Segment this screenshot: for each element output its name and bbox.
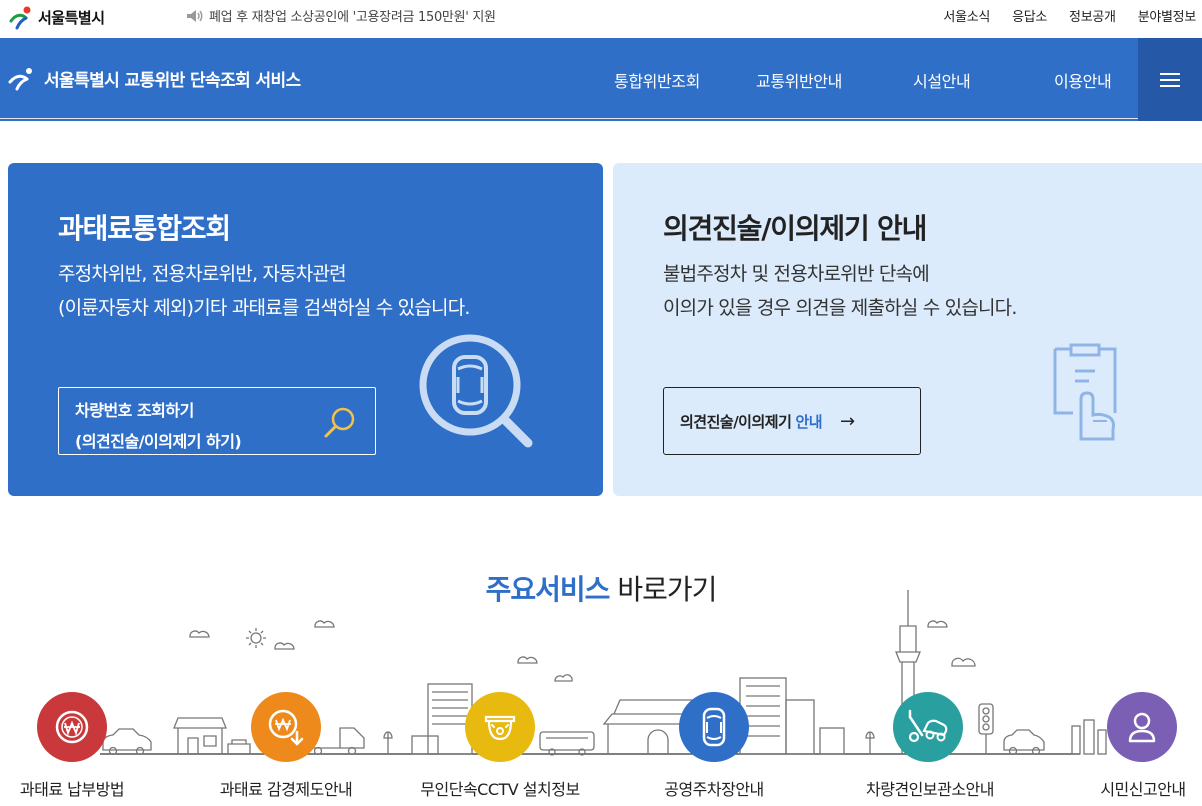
opinion-desc-line2: 이의가 있을 경우 의견을 제출하실 수 있습니다. [663,297,1017,319]
service-label-towing-lot[interactable]: 차량견인보관소안내 [850,776,1010,800]
site-logo-icon [8,67,32,90]
fine-lookup-title: 과태료통합조회 [58,212,231,245]
fine-desc-line1: 주정차위반, 전용차로위반, 자동차관련 [58,263,347,285]
seoul-logo-icon [9,6,31,30]
opinion-guide-button[interactable]: 의견진술/이의제기 안내 → [663,387,921,455]
arrow-right-icon: → [840,410,855,432]
won-down-icon [268,709,304,746]
service-label-fine-payment[interactable]: 과태료 납부방법 [12,776,132,800]
lookup-button-line1: 차량번호 조회하기 [75,401,194,420]
util-link-field-info[interactable]: 분야별정보 [1138,6,1197,25]
fine-lookup-description: 주정차위반, 전용차로위반, 자동차관련 (이륜자동차 제외)기타 과태료를 검… [58,257,470,325]
magnifier-car-icon [419,334,533,448]
opinion-guide-description: 불법주정차 및 전용차로위반 단속에 이의가 있을 경우 의견을 제출하실 수 … [663,257,1017,325]
cctv-icon [484,715,516,741]
lookup-button-line2: (의견진술/이의제기 하기) [75,432,242,451]
service-cctv-info-button[interactable] [465,692,535,762]
util-link-eungdapso[interactable]: 응답소 [1012,6,1047,25]
service-fine-payment-button[interactable] [37,692,107,762]
utility-nav: 서울소식 응답소 정보공개 분야별정보 [943,6,1196,25]
top-utility-bar: 서울특별시 폐업 후 재창업 소상공인에 '고용장려금 150만원' 지원 서울… [0,0,1202,38]
service-public-parking-button[interactable] [679,692,749,762]
service-label-public-parking[interactable]: 공영주차장안내 [650,776,778,800]
service-label-cctv-info[interactable]: 무인단속CCTV 설치정보 [408,776,592,800]
notice-text: 폐업 후 재창업 소상공인에 '고용장려금 150만원' 지원 [209,10,496,25]
person-icon [1128,712,1156,743]
tow-truck-icon [908,709,948,743]
notice-ticker[interactable]: 폐업 후 재창업 소상공인에 '고용장려금 150만원' 지원 [186,6,496,25]
search-icon [324,407,355,438]
opinion-button-accent: 안내 [795,412,822,431]
opinion-guide-title: 의견진술/이의제기 안내 [663,212,927,245]
nav-facility-guide[interactable]: 시설안내 [913,68,971,92]
opinion-button-label: 의견진술/이의제기 [680,412,792,431]
clipboard-hand-icon [1053,343,1117,441]
speaker-icon [187,9,203,22]
util-link-seoul-news[interactable]: 서울소식 [943,6,990,25]
seoul-logo-text: 서울특별시 [38,8,105,27]
util-link-info-disclosure[interactable]: 정보공개 [1069,6,1116,25]
site-title-text: 서울특별시 교통위반 단속조회 서비스 [44,71,301,91]
header-divider [0,118,1138,119]
vehicle-number-lookup-button[interactable]: 차량번호 조회하기 (의견진술/이의제기 하기) [58,387,376,455]
service-citizen-report-button[interactable] [1107,692,1177,762]
opinion-guide-card: 의견진술/이의제기 안내 불법주정차 및 전용차로위반 단속에 이의가 있을 경… [613,163,1202,496]
fine-desc-line2: (이륜자동차 제외)기타 과태료를 검색하실 수 있습니다. [58,297,470,319]
seoul-logo[interactable]: 서울특별시 [8,2,105,32]
service-towing-lot-button[interactable] [893,692,963,762]
car-top-icon [702,707,726,747]
opinion-desc-line1: 불법주정차 및 전용차로위반 단속에 [663,263,930,285]
won-coin-icon [55,710,89,744]
hamburger-menu-button[interactable] [1138,38,1202,121]
site-title[interactable]: 서울특별시 교통위반 단속조회 서비스 [8,66,301,91]
city-skyline-illustration [100,590,1107,756]
main-header: 서울특별시 교통위반 단속조회 서비스 통합위반조회 교통위반안내 시설안내 이… [0,38,1202,121]
nav-integrated-violation[interactable]: 통합위반조회 [614,68,700,92]
nav-violation-guide[interactable]: 교통위반안내 [756,68,842,92]
service-fine-reduction-button[interactable] [251,692,321,762]
service-label-citizen-report[interactable]: 시민신고안내 [1088,776,1198,800]
fine-lookup-card: 과태료통합조회 주정차위반, 전용차로위반, 자동차관련 (이륜자동차 제외)기… [8,163,603,496]
hamburger-icon [1160,72,1180,87]
nav-usage-guide[interactable]: 이용안내 [1054,68,1112,92]
service-label-fine-reduction[interactable]: 과태료 감경제도안내 [206,776,366,800]
